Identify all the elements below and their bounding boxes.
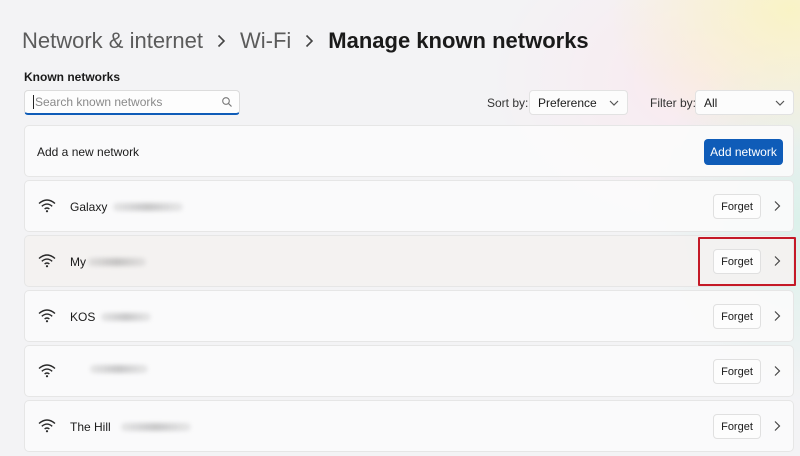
search-box[interactable] xyxy=(24,90,240,115)
filter-value: All xyxy=(704,95,718,110)
sort-value: Preference xyxy=(538,95,597,110)
network-name: My xyxy=(70,255,146,269)
wifi-icon xyxy=(38,254,56,268)
add-network-row: Add a new network Add network xyxy=(24,125,794,177)
redacted-blur xyxy=(88,258,146,266)
network-row[interactable]: My Forget xyxy=(24,235,794,287)
redacted-blur xyxy=(101,313,152,321)
forget-button[interactable]: Forget xyxy=(713,359,761,384)
search-input[interactable] xyxy=(33,95,221,109)
wifi-icon xyxy=(38,364,56,378)
network-row[interactable]: Forget xyxy=(24,345,794,397)
forget-button[interactable]: Forget xyxy=(713,249,761,274)
add-network-label: Add a new network xyxy=(37,145,140,159)
breadcrumb-network-internet[interactable]: Network & internet xyxy=(22,26,203,56)
chevron-right-icon[interactable] xyxy=(772,365,782,377)
chevron-down-icon xyxy=(775,100,785,106)
wifi-icon xyxy=(38,199,56,213)
breadcrumb: Network & internet Wi-Fi Manage known ne… xyxy=(22,26,589,56)
network-name: KOS xyxy=(70,310,152,324)
chevron-right-icon[interactable] xyxy=(772,420,782,432)
network-name: The Hill xyxy=(70,420,191,434)
chevron-right-icon[interactable] xyxy=(772,200,782,212)
forget-button[interactable]: Forget xyxy=(713,414,761,439)
sort-label: Sort by: xyxy=(487,96,529,110)
wifi-icon xyxy=(38,419,56,433)
sort-dropdown[interactable]: Preference xyxy=(529,90,628,115)
add-network-button[interactable]: Add network xyxy=(704,139,783,165)
breadcrumb-wifi[interactable]: Wi-Fi xyxy=(240,26,291,56)
redacted-blur xyxy=(113,203,184,211)
forget-button[interactable]: Forget xyxy=(713,304,761,329)
filter-dropdown[interactable]: All xyxy=(695,90,794,115)
chevron-down-icon xyxy=(609,100,619,106)
forget-button[interactable]: Forget xyxy=(713,194,761,219)
network-row[interactable]: Galaxy Forget xyxy=(24,180,794,232)
page-title: Manage known networks xyxy=(328,28,589,53)
chevron-right-icon[interactable] xyxy=(772,255,782,267)
filter-label: Filter by: xyxy=(650,96,697,110)
section-title: Known networks xyxy=(24,70,121,84)
chevron-right-icon xyxy=(217,34,226,48)
network-row[interactable]: The Hill Forget xyxy=(24,400,794,452)
network-name: Galaxy xyxy=(70,200,184,214)
chevron-right-icon[interactable] xyxy=(772,310,782,322)
network-row[interactable]: KOS Forget xyxy=(24,290,794,342)
chevron-right-icon xyxy=(305,34,314,48)
redacted-blur xyxy=(90,365,148,373)
wifi-icon xyxy=(38,309,56,323)
redacted-blur xyxy=(120,423,191,431)
network-name xyxy=(70,365,148,373)
search-icon xyxy=(222,97,232,107)
